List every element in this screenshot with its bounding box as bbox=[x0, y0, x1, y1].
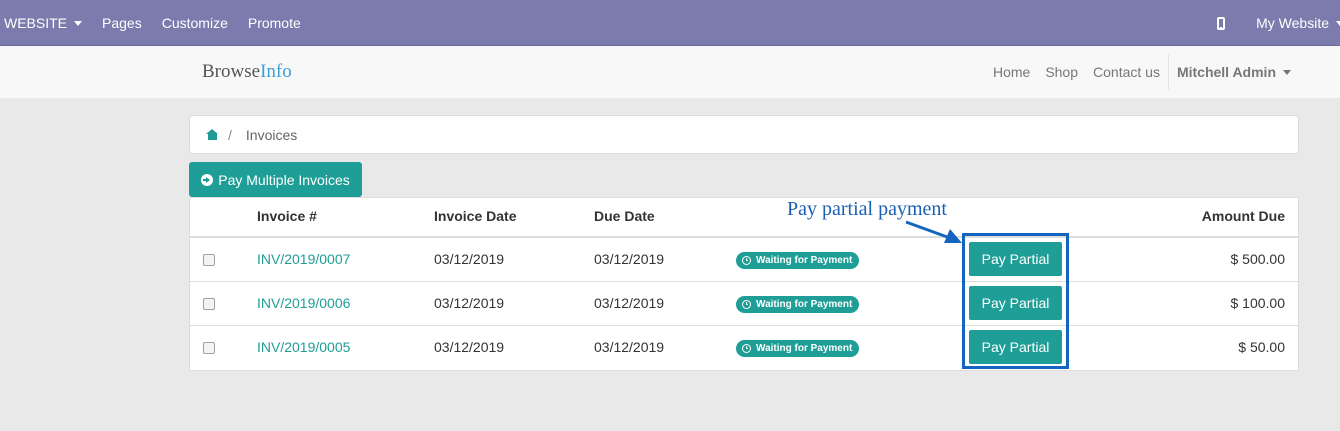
caret-down-icon bbox=[74, 20, 83, 26]
pay-multiple-invoices-button[interactable]: Pay Multiple Invoices bbox=[189, 162, 362, 197]
invoice-link[interactable]: INV/2019/0006 bbox=[257, 295, 350, 311]
status-text: Waiting for Payment bbox=[756, 343, 853, 354]
brand-text: Browse bbox=[202, 61, 261, 82]
nav-shop[interactable]: Shop bbox=[1045, 64, 1078, 80]
status-text: Waiting for Payment bbox=[756, 255, 853, 266]
main-nav: Home Shop Contact us Mitchell Admin bbox=[978, 46, 1340, 98]
clock-icon bbox=[742, 344, 751, 353]
row-checkbox[interactable] bbox=[203, 254, 215, 266]
header-due-date: Due Date bbox=[594, 208, 655, 224]
nav-home[interactable]: Home bbox=[993, 64, 1030, 80]
breadcrumb-separator: / bbox=[228, 126, 232, 143]
invoice-link[interactable]: INV/2019/0005 bbox=[257, 339, 350, 355]
user-menu[interactable]: Mitchell Admin bbox=[1177, 64, 1291, 80]
nav-contact-us[interactable]: Contact us bbox=[1093, 64, 1160, 80]
table-row: INV/2019/0006 03/12/2019 03/12/2019 Wait… bbox=[190, 282, 1298, 326]
brand-accent-text: Info bbox=[260, 61, 292, 82]
breadcrumb: / Invoices bbox=[189, 115, 1299, 154]
website-menu-label: WEBSITE bbox=[4, 15, 68, 31]
table-row: INV/2019/0005 03/12/2019 03/12/2019 Wait… bbox=[190, 326, 1298, 370]
invoice-date: 03/12/2019 bbox=[434, 339, 505, 355]
admin-bar-right: My Website bbox=[1217, 0, 1340, 46]
nav-divider bbox=[1167, 54, 1169, 90]
caret-down-icon bbox=[1336, 20, 1340, 26]
pages-menu[interactable]: Pages bbox=[102, 15, 142, 31]
pages-menu-label: Pages bbox=[102, 15, 142, 31]
customize-menu-label: Customize bbox=[161, 15, 228, 31]
annotation-highlight-box bbox=[962, 233, 1069, 369]
clock-icon bbox=[742, 256, 751, 265]
user-name: Mitchell Admin bbox=[1176, 64, 1276, 80]
home-icon[interactable] bbox=[206, 129, 219, 140]
admin-top-bar: WEBSITE Pages Customize Promote My Websi… bbox=[0, 0, 1340, 46]
arrow-circle-right-icon bbox=[201, 173, 214, 186]
status-badge: Waiting for Payment bbox=[736, 252, 860, 269]
due-date: 03/12/2019 bbox=[594, 339, 665, 355]
caret-down-icon bbox=[1283, 69, 1291, 75]
due-date: 03/12/2019 bbox=[594, 251, 665, 267]
amount-due: $ 500.00 bbox=[1230, 251, 1286, 267]
site-header: BrowseInfo Home Shop Contact us Mitchell… bbox=[0, 46, 1340, 99]
website-switcher-label: My Website bbox=[1256, 15, 1329, 31]
annotation-arrow-icon bbox=[905, 220, 962, 243]
breadcrumb-current: Invoices bbox=[245, 126, 298, 143]
invoice-link[interactable]: INV/2019/0007 bbox=[257, 251, 350, 267]
table-row: INV/2019/0007 03/12/2019 03/12/2019 Wait… bbox=[190, 238, 1298, 282]
header-invoice-date: Invoice Date bbox=[434, 208, 517, 224]
promote-menu[interactable]: Promote bbox=[248, 15, 301, 31]
row-checkbox[interactable] bbox=[203, 342, 215, 354]
mobile-phone-icon[interactable] bbox=[1217, 16, 1226, 30]
due-date: 03/12/2019 bbox=[594, 295, 665, 311]
status-badge: Waiting for Payment bbox=[736, 340, 860, 357]
brand-logo[interactable]: BrowseInfo bbox=[202, 61, 292, 83]
amount-due: $ 50.00 bbox=[1238, 339, 1285, 355]
website-switcher[interactable]: My Website bbox=[1256, 15, 1340, 31]
amount-due: $ 100.00 bbox=[1230, 295, 1286, 311]
admin-menu: WEBSITE Pages Customize Promote bbox=[4, 0, 321, 46]
invoice-date: 03/12/2019 bbox=[434, 251, 505, 267]
promote-menu-label: Promote bbox=[247, 15, 301, 31]
pay-multiple-label: Pay Multiple Invoices bbox=[218, 171, 350, 188]
customize-menu[interactable]: Customize bbox=[162, 15, 228, 31]
row-checkbox[interactable] bbox=[203, 298, 215, 310]
website-menu[interactable]: WEBSITE bbox=[4, 15, 83, 31]
invoices-table: Invoice # Invoice Date Due Date Amount D… bbox=[189, 197, 1299, 371]
header-invoice: Invoice # bbox=[257, 208, 317, 224]
invoice-date: 03/12/2019 bbox=[434, 295, 505, 311]
header-amount-due: Amount Due bbox=[1201, 208, 1285, 224]
status-badge: Waiting for Payment bbox=[736, 296, 860, 313]
clock-icon bbox=[742, 300, 751, 309]
status-text: Waiting for Payment bbox=[756, 299, 853, 310]
